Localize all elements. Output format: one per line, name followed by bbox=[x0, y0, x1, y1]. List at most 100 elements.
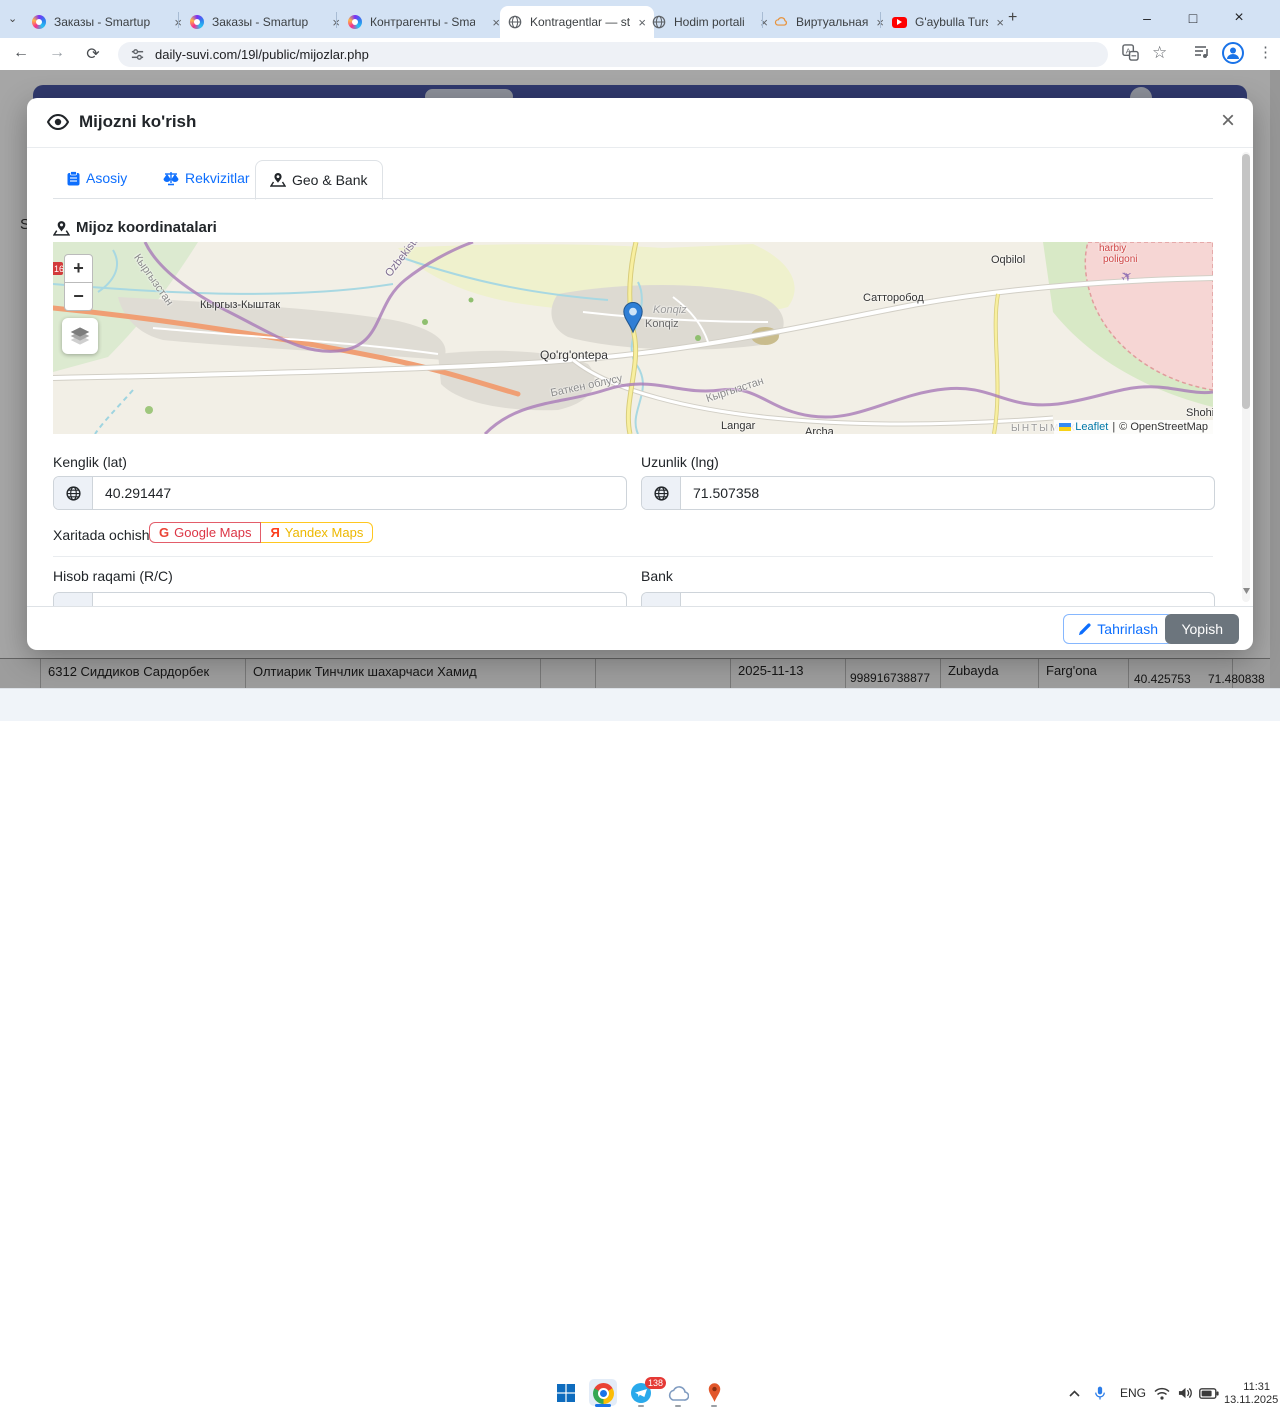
yandex-maps-button[interactable]: Я Yandex Maps bbox=[261, 522, 374, 543]
forward-icon[interactable]: → bbox=[46, 44, 68, 62]
browser-tab[interactable]: Контрагенты - Smart × bbox=[340, 6, 508, 38]
browser-tab[interactable]: Заказы - Smartup × bbox=[24, 6, 190, 38]
map-label: Сатторобод bbox=[863, 292, 924, 304]
battery-tray-icon[interactable] bbox=[1197, 1382, 1221, 1404]
tab-title: Контрагенты - Smart bbox=[370, 15, 475, 29]
wifi-tray-icon[interactable] bbox=[1150, 1382, 1174, 1404]
zoom-in-button[interactable]: + bbox=[64, 254, 93, 283]
lng-input[interactable]: 71.507358 bbox=[681, 477, 1214, 509]
browser-tab[interactable]: Заказы - Smartup × bbox=[182, 6, 348, 38]
lat-input[interactable]: 40.291447 bbox=[93, 477, 626, 509]
svg-text:16: 16 bbox=[54, 264, 64, 274]
window-minimize-button[interactable]: – bbox=[1132, 4, 1162, 32]
browser-tab[interactable]: G'aybulla Tursunov - × bbox=[884, 6, 1012, 38]
tab-title: Заказы - Smartup bbox=[212, 15, 309, 29]
window-maximize-button[interactable]: □ bbox=[1178, 4, 1208, 32]
microphone-tray-icon[interactable] bbox=[1088, 1382, 1112, 1404]
eye-icon bbox=[47, 114, 69, 130]
nav-tabs-border bbox=[53, 198, 1213, 199]
open-in-map-buttons: G Google Maps Я Yandex Maps bbox=[149, 522, 374, 543]
pencil-icon bbox=[1079, 622, 1091, 635]
browser-tab[interactable]: Виртуальная АТС × bbox=[766, 6, 892, 38]
map-marker-pin[interactable] bbox=[621, 302, 645, 334]
tab-title: G'aybulla Tursunov - bbox=[915, 15, 989, 29]
translate-icon[interactable]: A bbox=[1122, 44, 1139, 66]
modal-close-icon[interactable]: × bbox=[1221, 109, 1235, 133]
smartup-favicon bbox=[348, 15, 362, 29]
bank-input-group[interactable] bbox=[641, 592, 1215, 607]
tab-divider bbox=[336, 12, 337, 28]
input-prefix bbox=[54, 593, 93, 607]
reload-icon[interactable]: ⟳ bbox=[82, 44, 104, 64]
tab-title: Виртуальная АТС bbox=[796, 15, 869, 29]
layers-control[interactable] bbox=[62, 318, 98, 354]
chrome-logo-icon bbox=[592, 1382, 614, 1404]
clipboard-icon bbox=[67, 170, 80, 185]
map-label: Konqiz bbox=[653, 304, 687, 316]
map-label: Кыргыз-Кыштак bbox=[200, 299, 281, 311]
yandex-ya-icon: Я bbox=[270, 525, 280, 540]
layers-icon bbox=[70, 327, 90, 345]
lng-label: Uzunlik (lng) bbox=[641, 454, 719, 470]
globe-favicon bbox=[652, 15, 666, 29]
modal-scrollbar[interactable] bbox=[1242, 152, 1250, 602]
tab-divider bbox=[880, 12, 881, 28]
open-in-map-label: Xaritada ochish bbox=[53, 527, 150, 543]
lat-label: Kenglik (lat) bbox=[53, 454, 127, 470]
tab-rekvizitlar[interactable]: Rekvizitlar bbox=[149, 161, 264, 195]
speaker-tray-icon[interactable] bbox=[1173, 1382, 1197, 1404]
globe-favicon bbox=[508, 15, 522, 29]
profile-avatar[interactable] bbox=[1222, 42, 1244, 64]
tab-divider bbox=[762, 12, 763, 28]
browser-tab-active[interactable]: Kontragentlar — sta × bbox=[500, 6, 654, 38]
chrome-taskbar-icon[interactable] bbox=[591, 1382, 615, 1404]
account-input-group[interactable] bbox=[53, 592, 627, 607]
tab-close-icon[interactable]: × bbox=[996, 15, 1004, 30]
osm-link[interactable]: © OpenStreetMap bbox=[1119, 421, 1208, 433]
start-button[interactable] bbox=[554, 1382, 578, 1404]
map-location-icon bbox=[53, 221, 70, 236]
cloud-app-taskbar-icon[interactable] bbox=[666, 1382, 690, 1404]
edit-button[interactable]: Tahrirlash bbox=[1063, 614, 1173, 644]
tab-label: Geo & Bank bbox=[292, 172, 368, 188]
telegram-badge: 138 bbox=[645, 1377, 667, 1389]
edit-button-label: Tahrirlash bbox=[1097, 621, 1158, 637]
close-button[interactable]: Yopish bbox=[1165, 614, 1239, 644]
site-settings-icon[interactable] bbox=[130, 47, 145, 62]
map-location-icon bbox=[270, 173, 286, 187]
back-icon[interactable]: ← bbox=[10, 44, 32, 62]
map-label: poligoni bbox=[1103, 254, 1138, 265]
scrollbar-down-arrow[interactable] bbox=[1242, 588, 1250, 594]
tab-search-chevron-icon[interactable]: ⌄ bbox=[8, 12, 17, 25]
media-controls-icon[interactable] bbox=[1194, 45, 1210, 64]
windows-taskbar: 138 ENG 11:31 13.11.2025 bbox=[0, 688, 1280, 1407]
url-text: daily-suvi.com/19l/public/mijozlar.php bbox=[155, 47, 369, 62]
modal-header: Mijozni ko'rish × bbox=[27, 98, 1253, 148]
leaflet-link[interactable]: Leaflet bbox=[1075, 421, 1108, 433]
map-label: Qo'rg'ontepa bbox=[540, 348, 608, 362]
language-indicator[interactable]: ENG bbox=[1120, 1386, 1146, 1400]
map-label: harbiy bbox=[1099, 243, 1127, 254]
tray-expand-chevron-icon[interactable] bbox=[1062, 1382, 1086, 1404]
tab-title: Заказы - Smartup bbox=[54, 15, 151, 29]
map-canvas: 16 bbox=[53, 242, 1213, 434]
maps-app-taskbar-icon[interactable] bbox=[702, 1382, 726, 1404]
bookmark-star-icon[interactable]: ☆ bbox=[1152, 43, 1167, 63]
tab-close-icon[interactable]: × bbox=[492, 15, 500, 30]
browser-tab[interactable]: Hodim portali × bbox=[644, 6, 776, 38]
tab-geo-bank[interactable]: Geo & Bank bbox=[255, 160, 383, 200]
google-maps-button[interactable]: G Google Maps bbox=[149, 522, 262, 543]
leaflet-map[interactable]: 16 Кыргыз-Кыштак Ozbekiston Кыргызстан Q… bbox=[53, 242, 1213, 434]
browser-tab-strip: ⌄ Заказы - Smartup × Заказы - Smartup × … bbox=[0, 0, 1280, 38]
tab-asosiy[interactable]: Asosiy bbox=[53, 161, 141, 195]
clock[interactable]: 11:31 13.11.2025 bbox=[1224, 1381, 1278, 1407]
account-label: Hisob raqami (R/C) bbox=[53, 568, 173, 584]
zoom-out-button[interactable]: − bbox=[64, 283, 93, 311]
window-close-button[interactable]: × bbox=[1224, 4, 1254, 32]
map-label: Oqbilol bbox=[991, 254, 1026, 266]
view-client-modal: Mijozni ko'rish × Asosiy Rekvizitlar Geo… bbox=[27, 98, 1253, 650]
address-bar[interactable]: daily-suvi.com/19l/public/mijozlar.php bbox=[118, 42, 1108, 67]
menu-dots-icon[interactable]: ⋮ bbox=[1258, 43, 1273, 61]
tab-label: Asosiy bbox=[86, 170, 128, 186]
new-tab-button[interactable]: + bbox=[1008, 9, 1017, 27]
